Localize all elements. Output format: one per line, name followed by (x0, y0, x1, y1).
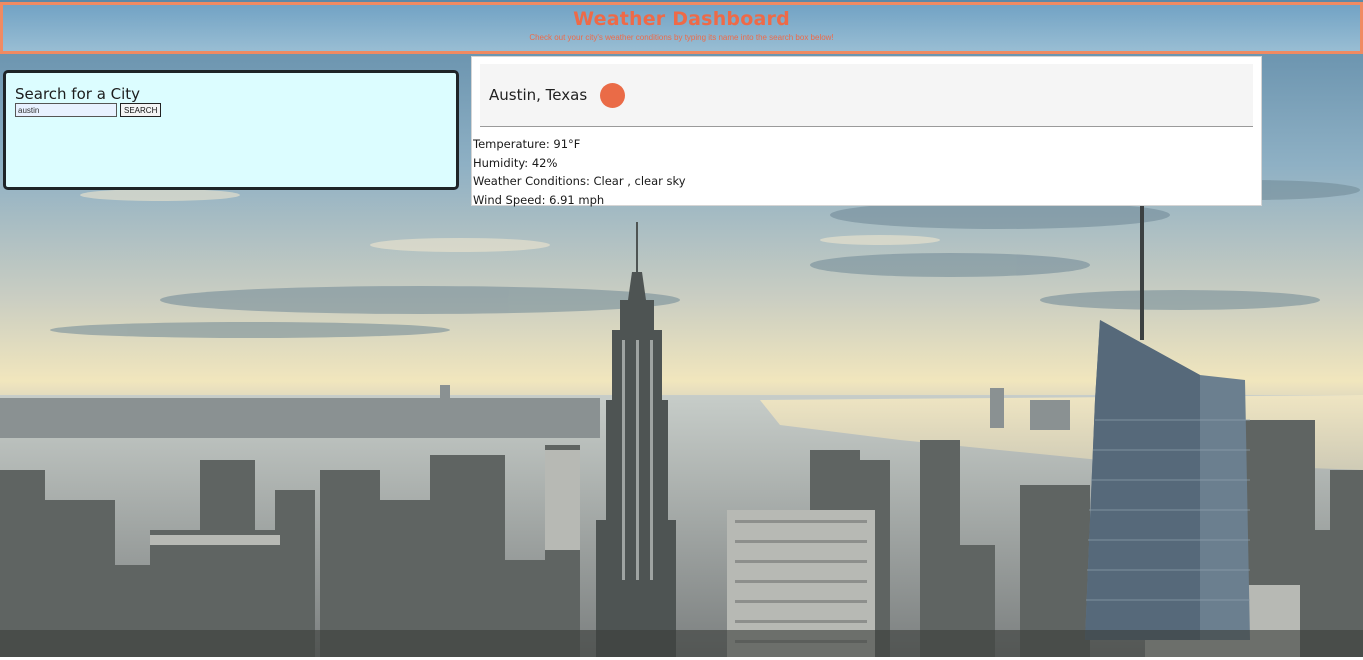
weather-details: Temperature: 91°F Humidity: 42% Weather … (473, 135, 686, 209)
search-heading: Search for a City (15, 85, 141, 103)
temperature-text: Temperature: 91°F (473, 137, 581, 151)
search-button[interactable]: SEARCH (120, 103, 162, 117)
search-panel: Search for a City SEARCH (3, 70, 459, 190)
humidity-text: Humidity: 42% (473, 155, 558, 170)
result-card-header: Austin, Texas (480, 64, 1253, 127)
page-header: Weather Dashboard Check out your city's … (0, 2, 1363, 54)
sun-icon (600, 82, 626, 108)
page-subtitle: Check out your city's weather conditions… (529, 33, 834, 42)
weather-result-card: Austin, Texas Temperature: 91°F Humidity… (471, 56, 1262, 209)
wind-speed-text: Wind Speed: 6.91 mph (473, 192, 605, 207)
city-search-input[interactable] (15, 103, 117, 117)
search-form: SEARCH (15, 103, 447, 117)
city-name: Austin, Texas (489, 86, 588, 104)
page-title: Weather Dashboard (573, 8, 790, 30)
conditions-text: Weather Conditions: Clear , clear sky (473, 174, 686, 188)
